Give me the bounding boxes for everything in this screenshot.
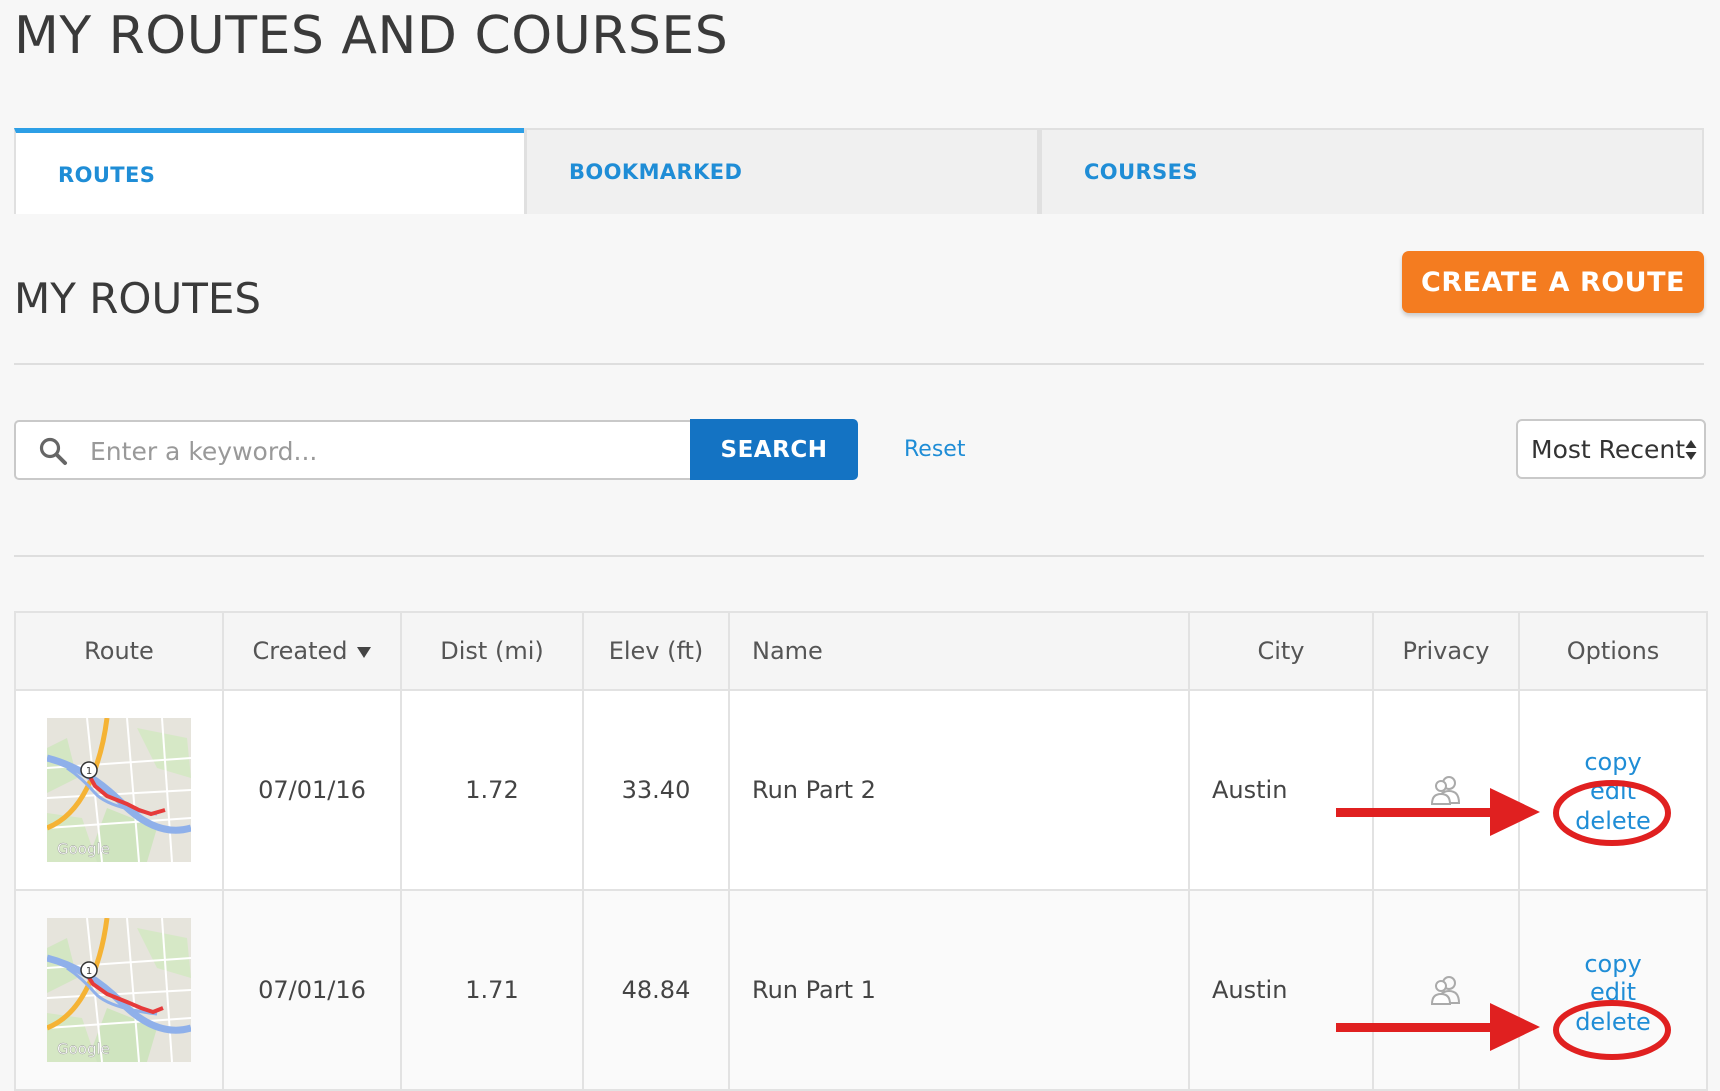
column-header-privacy: Privacy — [1372, 611, 1520, 691]
elevation-value: 33.40 — [582, 689, 730, 891]
column-header-options: Options — [1518, 611, 1708, 691]
elevation-value: 48.84 — [582, 889, 730, 1091]
options-cell: copy edit delete — [1518, 889, 1708, 1091]
divider — [14, 555, 1704, 557]
tab-bookmarked[interactable]: BOOKMARKED — [524, 128, 1039, 214]
search-icon — [39, 437, 67, 465]
route-map-thumbnail[interactable]: 1 Google — [47, 718, 191, 862]
column-header-dist[interactable]: Dist (mi) — [400, 611, 584, 691]
reset-link[interactable]: Reset — [904, 437, 965, 462]
column-header-route: Route — [14, 611, 224, 691]
route-thumbnail-cell: 1 Google — [14, 689, 224, 891]
delete-link[interactable]: delete — [1521, 1008, 1705, 1036]
distance-value: 1.72 — [400, 689, 584, 891]
section-title: MY ROUTES — [14, 274, 262, 323]
table-header-row: Route Created Dist (mi) Elev (ft) Name C… — [14, 611, 1708, 691]
route-name-link[interactable]: Run Part 1 — [728, 889, 1190, 1091]
city-value: Austin — [1188, 889, 1374, 1091]
table-row: 1 Google 07/01/16 1.71 48.84 Run Part 1 … — [14, 889, 1708, 1091]
search-box — [14, 420, 690, 480]
privacy-cell — [1372, 889, 1520, 1091]
privacy-cell — [1372, 689, 1520, 891]
tab-courses[interactable]: COURSES — [1039, 128, 1704, 214]
copy-link[interactable]: copy — [1521, 748, 1705, 776]
column-header-created-label: Created — [252, 637, 348, 665]
column-header-elev[interactable]: Elev (ft) — [582, 611, 730, 691]
updown-arrows-icon — [1685, 440, 1697, 460]
copy-link[interactable]: copy — [1521, 950, 1705, 978]
search-button[interactable]: SEARCH — [690, 419, 858, 480]
divider — [14, 363, 1704, 365]
svg-text:Google: Google — [57, 840, 110, 858]
sort-selected-value: Most Recent — [1531, 434, 1686, 464]
page-title: MY ROUTES AND COURSES — [14, 6, 729, 66]
route-name-link[interactable]: Run Part 2 — [728, 689, 1190, 891]
tab-bar: ROUTES BOOKMARKED COURSES — [14, 128, 1704, 214]
svg-text:1: 1 — [86, 966, 92, 977]
route-thumbnail-cell: 1 Google — [14, 889, 224, 1091]
edit-link[interactable]: edit — [1521, 777, 1705, 805]
route-map-thumbnail[interactable]: 1 Google — [47, 918, 191, 1062]
friends-icon — [1430, 776, 1461, 805]
tab-routes[interactable]: ROUTES — [14, 128, 524, 214]
friends-icon — [1430, 976, 1461, 1005]
search-input[interactable] — [88, 422, 682, 480]
created-date[interactable]: 07/01/16 — [222, 889, 402, 1091]
edit-link[interactable]: edit — [1521, 978, 1705, 1006]
routes-table: Route Created Dist (mi) Elev (ft) Name C… — [14, 611, 1708, 1091]
svg-text:Google: Google — [57, 1040, 110, 1058]
create-route-button[interactable]: CREATE A ROUTE — [1402, 251, 1704, 313]
delete-link[interactable]: delete — [1521, 807, 1705, 835]
sort-select[interactable]: Most Recent — [1516, 419, 1706, 479]
svg-text:1: 1 — [86, 766, 92, 777]
column-header-name[interactable]: Name — [728, 611, 1190, 691]
column-header-city[interactable]: City — [1188, 611, 1374, 691]
sort-down-icon — [357, 646, 372, 658]
distance-value: 1.71 — [400, 889, 584, 1091]
table-row: 1 Google 07/01/16 1.72 33.40 Run Part 2 … — [14, 689, 1708, 891]
column-header-created[interactable]: Created — [222, 611, 402, 691]
city-value: Austin — [1188, 689, 1374, 891]
options-cell: copy edit delete — [1518, 689, 1708, 891]
created-date[interactable]: 07/01/16 — [222, 689, 402, 891]
